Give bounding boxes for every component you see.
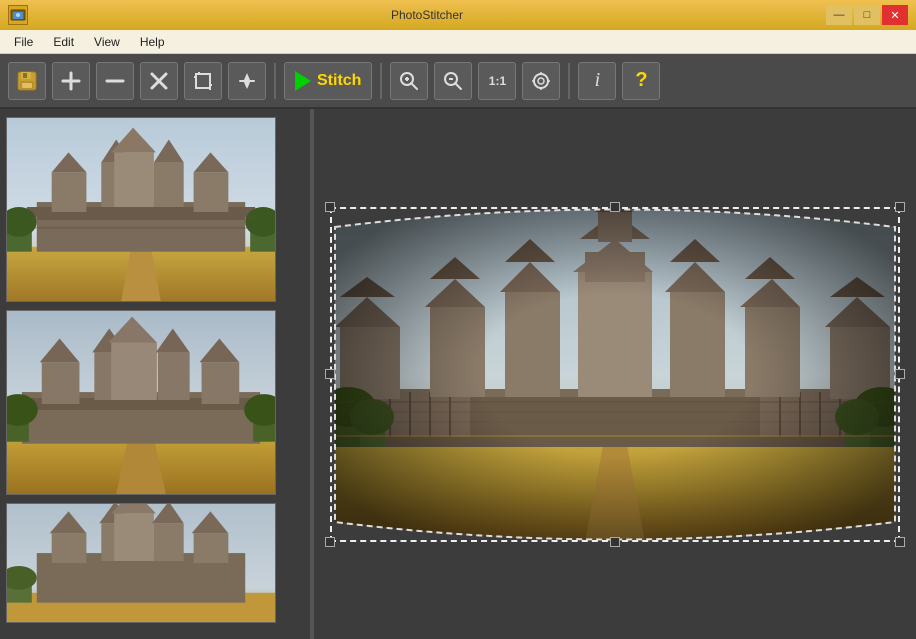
handle-top-middle[interactable] xyxy=(610,202,620,212)
panorama-image xyxy=(330,207,900,542)
toolbar-separator-1 xyxy=(274,63,276,99)
handle-bottom-middle[interactable] xyxy=(610,537,620,547)
play-icon xyxy=(295,71,311,91)
help-button[interactable]: ? xyxy=(622,62,660,100)
delete-button[interactable] xyxy=(140,62,178,100)
zoom-out-button[interactable] xyxy=(434,62,472,100)
zoom-fit-button[interactable] xyxy=(522,62,560,100)
menu-file[interactable]: File xyxy=(4,33,43,51)
info-button[interactable]: i xyxy=(578,62,616,100)
maximize-button[interactable]: □ xyxy=(854,5,880,25)
handle-bottom-left[interactable] xyxy=(325,537,335,547)
window-controls: — □ ✕ xyxy=(826,5,908,25)
window-title: PhotoStitcher xyxy=(28,8,826,22)
panorama-container[interactable] xyxy=(330,207,900,542)
handle-top-left[interactable] xyxy=(325,202,335,212)
add-button[interactable] xyxy=(52,62,90,100)
zoom-1to1-button[interactable]: 1:1 xyxy=(478,62,516,100)
main-content xyxy=(0,109,916,639)
menu-bar: File Edit View Help xyxy=(0,30,916,54)
menu-help[interactable]: Help xyxy=(130,33,175,51)
minimize-button[interactable]: — xyxy=(826,5,852,25)
list-item[interactable] xyxy=(6,117,276,302)
toolbar-separator-2 xyxy=(380,63,382,99)
menu-view[interactable]: View xyxy=(84,33,130,51)
zoom-in-button[interactable] xyxy=(390,62,428,100)
handle-middle-right[interactable] xyxy=(895,369,905,379)
save-button[interactable] xyxy=(8,62,46,100)
zoom-1to1-label: 1:1 xyxy=(489,74,506,88)
close-button[interactable]: ✕ xyxy=(882,5,908,25)
app-icon xyxy=(8,5,28,25)
stitch-button[interactable]: Stitch xyxy=(284,62,372,100)
help-icon: ? xyxy=(635,69,647,92)
image-list[interactable] xyxy=(0,109,310,639)
stitch-label: Stitch xyxy=(317,72,361,90)
panorama-panel xyxy=(314,109,916,639)
toolbar: Stitch 1:1 i ? xyxy=(0,54,916,109)
crop-button[interactable] xyxy=(184,62,222,100)
menu-edit[interactable]: Edit xyxy=(43,33,84,51)
handle-middle-left[interactable] xyxy=(325,369,335,379)
fill-button[interactable] xyxy=(228,62,266,100)
list-item[interactable] xyxy=(6,310,276,495)
handle-top-right[interactable] xyxy=(895,202,905,212)
info-icon: i xyxy=(595,69,601,92)
title-bar: PhotoStitcher — □ ✕ xyxy=(0,0,916,30)
handle-bottom-right[interactable] xyxy=(895,537,905,547)
list-item[interactable] xyxy=(6,503,276,623)
toolbar-separator-3 xyxy=(568,63,570,99)
remove-button[interactable] xyxy=(96,62,134,100)
image-list-panel xyxy=(0,109,310,639)
